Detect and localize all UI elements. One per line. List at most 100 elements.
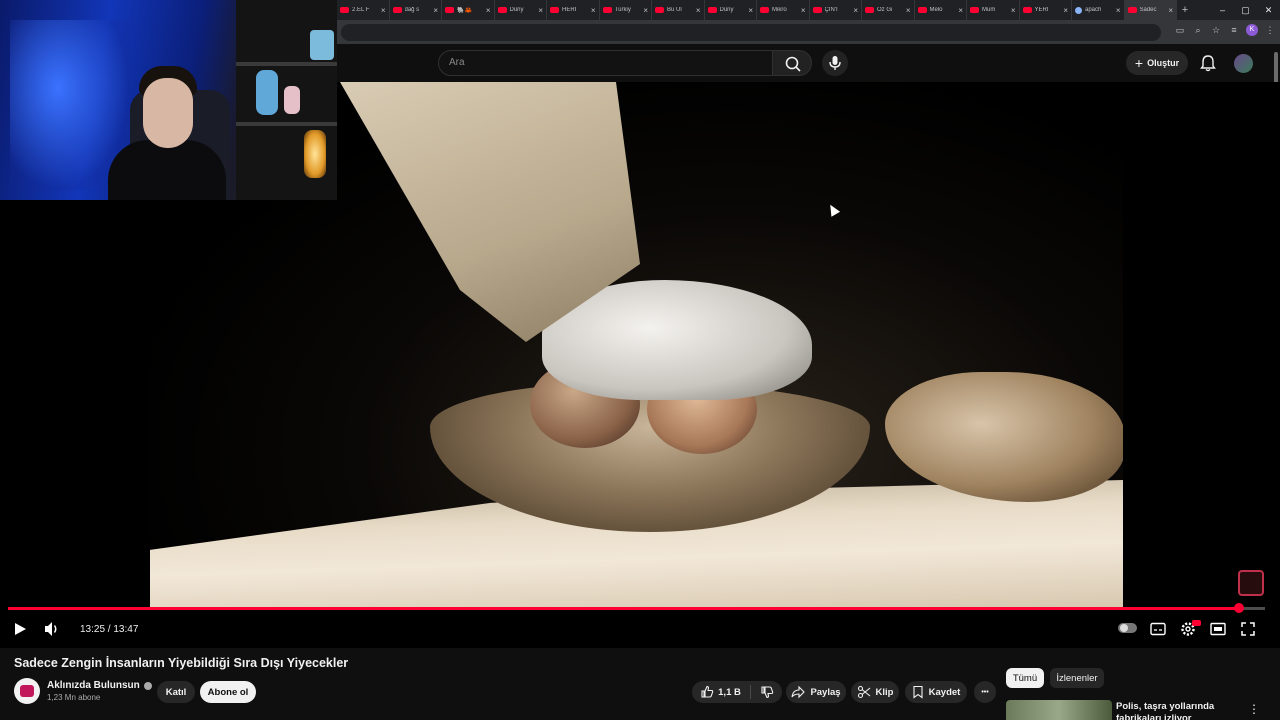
browser-tab[interactable]: Öz Gi ×: [862, 0, 915, 20]
tab-close-icon[interactable]: ×: [1116, 6, 1121, 15]
more-icon: •••: [981, 688, 989, 696]
share-icon: [791, 685, 806, 699]
thumbs-down-icon: [761, 686, 774, 699]
play-button[interactable]: [10, 620, 30, 638]
save-button[interactable]: Kaydet: [905, 681, 967, 703]
subtitles-icon: [1150, 622, 1166, 636]
volume-button[interactable]: [42, 620, 62, 638]
youtube-favicon-icon: [497, 7, 507, 13]
clip-button[interactable]: Klip: [851, 681, 899, 703]
tab-close-icon[interactable]: ×: [433, 6, 438, 15]
browser-tab-title: Mum: [982, 7, 996, 13]
youtube-favicon-icon: [445, 7, 454, 13]
youtube-favicon-icon: [655, 7, 664, 13]
search-input[interactable]: Ara: [438, 50, 773, 76]
subtitles-button[interactable]: [1148, 620, 1168, 638]
browser-tab[interactable]: dağ s ×: [390, 0, 442, 20]
browser-tab[interactable]: Düny ×: [705, 0, 757, 20]
browser-tab[interactable]: Melo ×: [915, 0, 967, 20]
browser-tab-title: ÇİN'İ: [824, 7, 838, 13]
chip-watched[interactable]: İzlenenler: [1050, 668, 1104, 688]
cast-icon[interactable]: ▭: [1174, 24, 1186, 36]
channel-name[interactable]: Aklınızda Bulunsun: [47, 680, 152, 691]
voice-search-button[interactable]: [822, 50, 848, 76]
verified-icon: [143, 681, 152, 690]
join-button[interactable]: Katıl: [157, 681, 195, 703]
new-tab-button[interactable]: +: [1177, 4, 1193, 16]
browser-tab-strip: 2.EL F × dağ s × 🐘🦀 × Düny × HERİ × Türkiy × Bu Ül × D…: [337, 0, 1280, 20]
more-actions-button[interactable]: •••: [974, 681, 996, 703]
tab-close-icon[interactable]: ×: [696, 6, 701, 15]
tab-close-icon[interactable]: ×: [748, 6, 753, 15]
browser-tab[interactable]: HERİ ×: [547, 0, 600, 20]
tab-close-icon[interactable]: ×: [1063, 6, 1068, 15]
video-title: Sadece Zengin İnsanların Yiyebildiği Sır…: [14, 656, 349, 670]
autoplay-toggle[interactable]: [1118, 623, 1137, 633]
tab-close-icon[interactable]: ×: [801, 6, 806, 15]
tab-close-icon[interactable]: ×: [381, 6, 386, 15]
tab-close-icon[interactable]: ×: [853, 6, 858, 15]
play-icon: [15, 623, 26, 635]
restore-icon[interactable]: ▢: [1234, 0, 1257, 20]
browser-tab-title: dağ s: [404, 7, 420, 13]
recommendation-thumbnail[interactable]: [1006, 700, 1112, 720]
browser-tab[interactable]: ÇİN'İ ×: [810, 0, 862, 20]
create-label: Oluştur: [1147, 58, 1180, 68]
mic-icon: [829, 56, 841, 70]
streamer-face: [143, 78, 193, 148]
zoom-icon[interactable]: ⌕: [1192, 24, 1204, 36]
miniplayer-button[interactable]: [1208, 620, 1228, 638]
tab-close-icon[interactable]: ×: [906, 6, 911, 15]
tab-close-icon[interactable]: ×: [538, 6, 543, 15]
dislike-button[interactable]: [760, 685, 774, 699]
youtube-favicon-icon: [865, 7, 874, 13]
browser-tab[interactable]: Düny ×: [495, 0, 547, 20]
media-queue-icon[interactable]: ≡: [1228, 24, 1240, 36]
tab-close-icon[interactable]: ×: [591, 6, 596, 15]
youtube-favicon-icon: [550, 7, 559, 13]
browser-tab[interactable]: Türkiy ×: [600, 0, 652, 20]
chip-all[interactable]: Tümü: [1006, 668, 1044, 688]
notifications-button[interactable]: [1199, 54, 1217, 72]
progress-bar[interactable]: [8, 603, 1265, 613]
fullscreen-button[interactable]: [1238, 620, 1258, 638]
bookmark-star-icon[interactable]: ☆: [1210, 24, 1222, 36]
channel-watermark-icon[interactable]: [1238, 570, 1264, 596]
browser-tab[interactable]: apach ×: [1072, 0, 1125, 20]
thumbs-up-icon: [701, 685, 714, 698]
hd-badge: [1192, 620, 1201, 626]
address-bar[interactable]: [341, 24, 1161, 41]
channel-avatar[interactable]: [14, 678, 40, 704]
browser-tab[interactable]: Mikro ×: [757, 0, 810, 20]
like-count: 1,1 B: [718, 686, 741, 698]
tab-close-icon[interactable]: ×: [1168, 6, 1173, 15]
menu-kebab-icon[interactable]: ⋮: [1264, 24, 1276, 36]
minimize-icon[interactable]: –: [1211, 0, 1234, 20]
close-icon[interactable]: ✕: [1257, 0, 1280, 20]
browser-tab[interactable]: 🐘🦀 ×: [442, 0, 495, 20]
browser-tab[interactable]: Sadec ×: [1124, 0, 1177, 20]
subscribe-button[interactable]: Abone ol: [200, 681, 256, 703]
volume-icon: [45, 622, 57, 636]
youtube-favicon-icon: [707, 7, 717, 13]
account-avatar[interactable]: [1234, 54, 1253, 73]
tab-close-icon[interactable]: ×: [643, 6, 648, 15]
browser-tab[interactable]: Bu Ül ×: [652, 0, 705, 20]
recommendation-title[interactable]: Polis, taşra yollarında fabrikaları izli…: [1116, 701, 1246, 720]
like-button[interactable]: 1,1 B: [700, 685, 741, 699]
browser-tab[interactable]: 2.EL F ×: [337, 0, 390, 20]
browser-tab[interactable]: Mum ×: [967, 0, 1020, 20]
browser-tab[interactable]: YERİ ×: [1020, 0, 1072, 20]
recommendation-menu-icon[interactable]: ⋮: [1248, 702, 1260, 716]
share-button[interactable]: Paylaş: [786, 681, 846, 703]
progress-scrubber[interactable]: [1233, 603, 1244, 613]
tab-close-icon[interactable]: ×: [1011, 6, 1016, 15]
profile-avatar[interactable]: K: [1246, 24, 1258, 36]
tab-close-icon[interactable]: ×: [486, 6, 491, 15]
search-button[interactable]: [772, 50, 812, 76]
youtube-favicon-icon: [1022, 7, 1032, 13]
create-button[interactable]: + Oluştur: [1126, 51, 1188, 75]
tab-close-icon[interactable]: ×: [958, 6, 963, 15]
channel-name-label: Aklınızda Bulunsun: [47, 680, 140, 691]
youtube-favicon-icon: [602, 7, 612, 13]
